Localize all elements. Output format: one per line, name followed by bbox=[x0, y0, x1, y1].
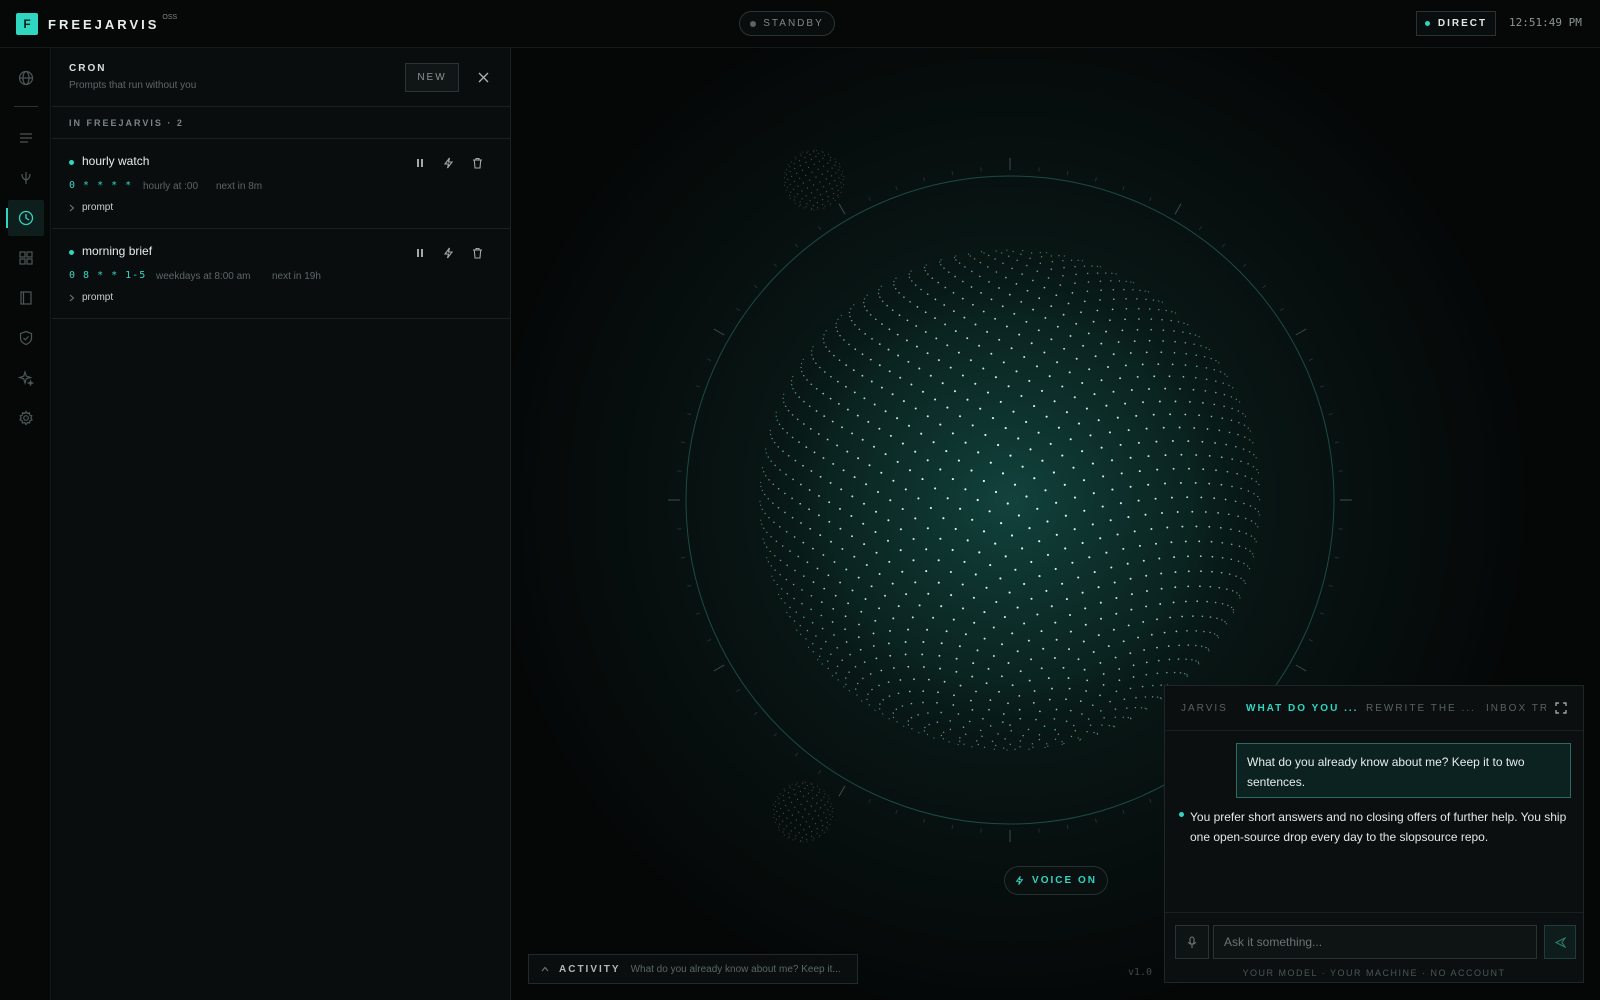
chat-tagline: YOUR MODEL · YOUR MACHINE · NO ACCOUNT bbox=[1242, 968, 1506, 978]
grid-icon bbox=[19, 251, 33, 265]
pause-job-button[interactable] bbox=[411, 154, 428, 171]
user-message: What do you already know about me? Keep … bbox=[1236, 743, 1571, 798]
close-icon bbox=[478, 72, 488, 83]
job-schedule: 0 8 * * 1-5 bbox=[69, 270, 147, 281]
lightning-icon bbox=[443, 247, 454, 258]
job-description: hourly at :00 bbox=[143, 181, 199, 192]
new-cron-button[interactable]: NEW bbox=[405, 63, 459, 92]
rail-divider bbox=[14, 106, 38, 107]
shield-icon bbox=[19, 330, 33, 346]
job-description: weekdays at 8:00 am bbox=[156, 271, 251, 282]
voice-toggle-button[interactable]: VOICE ON bbox=[1004, 866, 1108, 895]
assistant-message: You prefer short answers and no closing … bbox=[1190, 810, 1567, 844]
job-next-run: next in 8m bbox=[216, 181, 263, 192]
status-dot-icon bbox=[750, 20, 757, 27]
cron-job: morning brief 0 8 * * 1-5 weekdays at 8:… bbox=[52, 229, 510, 319]
mode-dot-icon bbox=[1424, 21, 1430, 26]
job-name: hourly watch bbox=[82, 154, 150, 168]
version-label: v1.0 bbox=[1128, 967, 1153, 978]
job-prompt-label: prompt bbox=[82, 202, 114, 213]
rail-settings[interactable] bbox=[8, 400, 44, 436]
globe-icon bbox=[18, 70, 34, 86]
expand-chat-button[interactable] bbox=[1555, 701, 1571, 717]
cron-title: CRON bbox=[69, 63, 107, 74]
chat-panel: JARVIS WHAT DO YOU ... REWRITE THE ... I… bbox=[1164, 685, 1584, 983]
gear-icon bbox=[19, 410, 33, 426]
job-active-dot-icon bbox=[69, 160, 74, 165]
job-actions bbox=[411, 154, 486, 171]
chevron-up-icon bbox=[541, 966, 549, 972]
clock-icon bbox=[18, 210, 34, 226]
job-name: morning brief bbox=[82, 244, 153, 258]
mode-button[interactable]: DIRECT bbox=[1416, 11, 1496, 36]
cron-panel: CRON Prompts that run without you NEW IN… bbox=[52, 48, 511, 1000]
cron-section-header: IN FREEJARVIS · 2 bbox=[52, 107, 510, 139]
tab-rewrite[interactable]: REWRITE THE ... bbox=[1366, 703, 1476, 714]
chat-input-row: YOUR MODEL · YOUR MACHINE · NO ACCOUNT bbox=[1165, 912, 1583, 982]
app-name-text: FREEJARVIS bbox=[48, 17, 160, 32]
tab-inbox[interactable]: INBOX TRI bbox=[1486, 703, 1546, 714]
lightning-icon bbox=[443, 157, 454, 168]
voice-label: VOICE ON bbox=[1032, 875, 1097, 886]
expand-icon bbox=[1555, 702, 1567, 714]
left-rail bbox=[0, 48, 51, 1000]
close-panel-button[interactable] bbox=[472, 63, 494, 92]
job-prompt-toggle[interactable]: prompt bbox=[69, 202, 113, 213]
rail-grid[interactable] bbox=[8, 240, 44, 276]
delete-job-button[interactable] bbox=[469, 244, 486, 261]
activity-last-message: What do you already know about me? Keep … bbox=[630, 963, 841, 975]
job-active-dot-icon bbox=[69, 250, 74, 255]
status-text: STANDBY bbox=[763, 18, 824, 29]
pause-icon bbox=[416, 158, 423, 167]
trash-icon bbox=[473, 157, 482, 169]
tab-jarvis[interactable]: JARVIS bbox=[1181, 703, 1228, 714]
book-icon bbox=[20, 291, 32, 305]
chat-tabs: JARVIS WHAT DO YOU ... REWRITE THE ... I… bbox=[1165, 686, 1583, 731]
cron-job: hourly watch 0 * * * * hourly at :00 nex… bbox=[52, 139, 510, 229]
rail-list[interactable] bbox=[8, 120, 44, 156]
split-icon bbox=[21, 172, 31, 184]
sparkle-icon bbox=[18, 370, 34, 386]
rail-shield[interactable] bbox=[8, 320, 44, 356]
job-prompt-label: prompt bbox=[82, 292, 114, 303]
status-pill: STANDBY bbox=[739, 11, 835, 36]
delete-job-button[interactable] bbox=[469, 154, 486, 171]
rail-split[interactable] bbox=[8, 160, 44, 196]
chat-input[interactable] bbox=[1213, 925, 1537, 959]
assistant-dot-icon bbox=[1179, 812, 1184, 817]
cron-subtitle: Prompts that run without you bbox=[69, 80, 197, 91]
send-icon bbox=[1554, 936, 1566, 948]
activity-label: ACTIVITY bbox=[559, 963, 621, 975]
top-bar: F FREEJARVIS OSS STANDBY DIRECT 12:51:49 … bbox=[0, 0, 1600, 48]
pause-job-button[interactable] bbox=[411, 244, 428, 261]
tab-what-do-you[interactable]: WHAT DO YOU ... bbox=[1246, 703, 1358, 714]
job-schedule: 0 * * * * bbox=[69, 180, 133, 191]
activity-bar[interactable]: ACTIVITY What do you already know about … bbox=[528, 954, 858, 984]
rail-cron[interactable] bbox=[6, 200, 44, 236]
send-button[interactable] bbox=[1544, 925, 1576, 959]
microphone-icon bbox=[1187, 935, 1197, 948]
job-next-run: next in 19h bbox=[272, 271, 321, 282]
app-logo: F bbox=[16, 13, 38, 35]
mode-text: DIRECT bbox=[1437, 18, 1488, 29]
trash-icon bbox=[473, 247, 482, 259]
job-actions bbox=[411, 244, 486, 261]
run-job-button[interactable] bbox=[440, 154, 457, 171]
oss-badge: OSS bbox=[162, 14, 178, 21]
rail-globe[interactable] bbox=[8, 60, 44, 96]
rail-sparkle[interactable] bbox=[8, 360, 44, 396]
chevron-right-icon bbox=[69, 294, 75, 301]
mic-button[interactable] bbox=[1175, 925, 1209, 959]
rail-book[interactable] bbox=[8, 280, 44, 316]
chevron-right-icon bbox=[69, 204, 75, 211]
run-job-button[interactable] bbox=[440, 244, 457, 261]
app-name: FREEJARVIS OSS bbox=[48, 14, 178, 32]
cron-panel-header: CRON Prompts that run without you NEW bbox=[52, 48, 510, 107]
list-icon bbox=[20, 133, 32, 143]
pause-icon bbox=[416, 248, 423, 257]
clock: 12:51:49 PM bbox=[1509, 16, 1582, 29]
job-prompt-toggle[interactable]: prompt bbox=[69, 292, 113, 303]
lightning-icon bbox=[1015, 876, 1024, 885]
